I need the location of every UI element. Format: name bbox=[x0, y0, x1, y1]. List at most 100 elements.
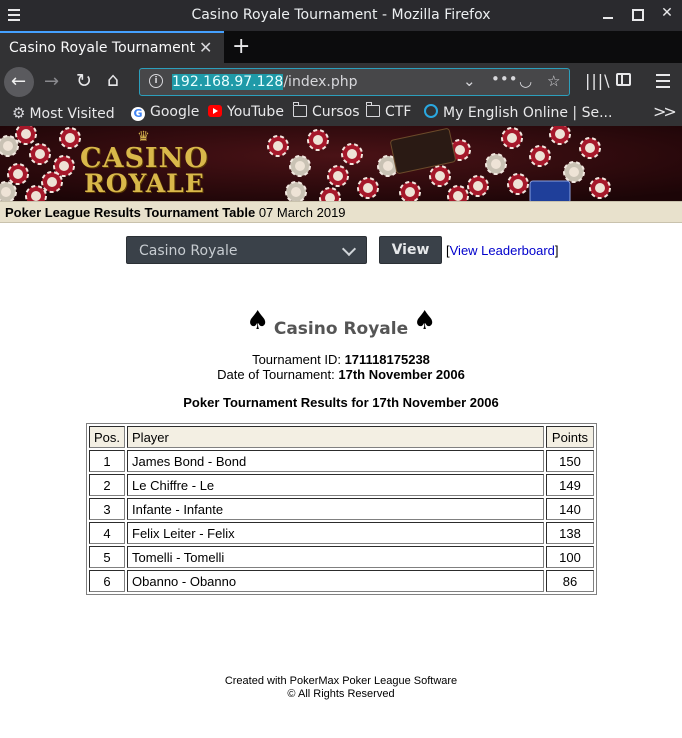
bookmarks-toolbar: ⚙ Most Visited G Google YouTube Cursos CTF… bbox=[0, 101, 682, 126]
cell-player: Felix Leiter - Felix bbox=[127, 522, 544, 544]
maximize-button[interactable] bbox=[627, 5, 647, 25]
view-leaderboard-link[interactable]: View Leaderboard bbox=[450, 243, 555, 258]
page-title: Poker League Results Tournament Table 07… bbox=[5, 205, 346, 220]
column-header-player: Player bbox=[127, 426, 544, 448]
tournament-date: Date of Tournament: 17th November 2006 bbox=[0, 367, 682, 382]
tournament-date-value: 17th November 2006 bbox=[338, 367, 465, 382]
poker-chip-center bbox=[47, 177, 57, 187]
back-button[interactable]: ← bbox=[4, 67, 34, 97]
poker-chip-center bbox=[513, 179, 523, 189]
folder-icon bbox=[366, 102, 380, 117]
poker-chip-center bbox=[569, 167, 579, 177]
info-icon[interactable]: i bbox=[149, 74, 163, 88]
cell-pos: 2 bbox=[89, 474, 126, 496]
poker-chip-center bbox=[383, 161, 393, 171]
minimize-button[interactable] bbox=[598, 5, 618, 25]
poker-chip-center bbox=[453, 191, 463, 201]
google-icon: G bbox=[131, 107, 145, 121]
cell-player: Le Chiffre - Le bbox=[127, 474, 544, 496]
bookmark-star-icon[interactable]: ☆ bbox=[547, 72, 560, 90]
bookmark-my-english-online[interactable]: My English Online | Se... bbox=[424, 104, 612, 121]
cell-player: Infante - Infante bbox=[127, 498, 544, 520]
tab-bar: Casino Royale Tournament ✕ + bbox=[0, 31, 682, 63]
poker-chip-center bbox=[435, 171, 445, 181]
youtube-icon bbox=[208, 105, 222, 117]
cell-pos: 6 bbox=[89, 570, 126, 592]
folder-icon bbox=[293, 102, 307, 117]
cell-player: Obanno - Obanno bbox=[127, 570, 544, 592]
poker-chip-center bbox=[273, 141, 283, 151]
bookmark-youtube[interactable]: YouTube bbox=[208, 104, 284, 120]
poker-chip-center bbox=[295, 161, 305, 171]
bookmark-cursos[interactable]: Cursos bbox=[293, 102, 360, 120]
results-title: Poker Tournament Results for 17th Novemb… bbox=[183, 395, 499, 410]
chevron-right-double-icon[interactable]: >> bbox=[653, 102, 677, 121]
poker-chip-center bbox=[3, 141, 13, 151]
url-text[interactable]: 192.168.97.128/index.php bbox=[172, 74, 357, 90]
cell-points: 150 bbox=[546, 450, 594, 472]
header-title: Poker League Results Tournament Table bbox=[5, 205, 256, 220]
bookmark-label: CTF bbox=[385, 104, 412, 120]
poker-chip-center bbox=[473, 181, 483, 191]
chevron-down-icon[interactable]: ⌄ bbox=[463, 72, 476, 90]
new-tab-button[interactable]: + bbox=[232, 34, 250, 59]
poker-chip-center bbox=[13, 169, 23, 179]
footer-credit: Created with PokerMax Poker League Softw… bbox=[224, 675, 458, 687]
bookmark-label: Most Visited bbox=[29, 106, 115, 122]
chevron-down-icon bbox=[341, 241, 357, 257]
poker-chip-center bbox=[491, 159, 501, 169]
table-row: 5 Tomelli - Tomelli 100 bbox=[89, 546, 594, 568]
poker-chip-center bbox=[1, 187, 11, 197]
table-row: 6 Obanno - Obanno 86 bbox=[89, 570, 594, 592]
casino-royale-logo: ♛ CASINO ROYALE bbox=[80, 128, 209, 196]
cell-points: 140 bbox=[546, 498, 594, 520]
page-header-bar: Poker League Results Tournament Table 07… bbox=[0, 201, 682, 223]
tournament-select[interactable]: Casino Royale bbox=[126, 236, 367, 264]
pocket-icon[interactable]: ◡ bbox=[519, 72, 532, 90]
poker-chip-center bbox=[31, 191, 41, 201]
close-tab-icon[interactable]: ✕ bbox=[199, 38, 212, 57]
bookmark-ctf[interactable]: CTF bbox=[366, 102, 412, 120]
tournament-id-value: 171118175238 bbox=[344, 352, 430, 367]
poker-chip-center bbox=[405, 187, 415, 197]
poker-chip-center bbox=[347, 149, 357, 159]
bookmark-label: YouTube bbox=[227, 104, 284, 120]
close-window-button[interactable]: ✕ bbox=[657, 5, 677, 25]
tournament-id-label: Tournament ID: bbox=[252, 352, 341, 367]
column-header-pos: Pos. bbox=[89, 426, 126, 448]
bookmark-label: Cursos bbox=[312, 104, 360, 120]
poker-chip-center bbox=[65, 133, 75, 143]
cell-player: James Bond - Bond bbox=[127, 450, 544, 472]
poker-chip-center bbox=[585, 143, 595, 153]
cell-points: 138 bbox=[546, 522, 594, 544]
page-actions-icon[interactable]: ••• bbox=[491, 70, 518, 88]
window-title: Casino Royale Tournament - Mozilla Firef… bbox=[191, 7, 491, 23]
poker-chip-center bbox=[313, 135, 323, 145]
window-titlebar: Casino Royale Tournament - Mozilla Firef… bbox=[0, 0, 682, 31]
column-header-points: Points bbox=[546, 426, 594, 448]
open-menu-button[interactable] bbox=[656, 74, 670, 88]
logo-line-1: CASINO bbox=[80, 143, 209, 174]
casino-banner: ♛ CASINO ROYALE bbox=[0, 126, 682, 201]
logo-line-2: ROYALE bbox=[83, 169, 205, 198]
url-host: 192.168.97.128 bbox=[172, 74, 284, 90]
table-row: 2 Le Chiffre - Le 149 bbox=[89, 474, 594, 496]
tournament-date-label: Date of Tournament: bbox=[217, 367, 335, 382]
poker-chip-center bbox=[291, 187, 301, 197]
sidebar-button[interactable] bbox=[616, 73, 631, 86]
url-bar[interactable]: i 192.168.97.128/index.php ⌄ ••• ◡ ☆ bbox=[139, 68, 570, 96]
bookmark-most-visited[interactable]: ⚙ Most Visited bbox=[12, 104, 115, 122]
bookmark-google[interactable]: G Google bbox=[131, 104, 199, 121]
view-button[interactable]: View bbox=[379, 236, 442, 264]
results-table: Pos. Player Points 1 James Bond - Bond 1… bbox=[86, 423, 597, 595]
gear-icon: ⚙ bbox=[12, 104, 26, 122]
table-header-row: Pos. Player Points bbox=[89, 426, 594, 448]
bookmark-label: Google bbox=[150, 104, 200, 120]
url-path: /index.php bbox=[283, 74, 358, 90]
tab-casino-royale[interactable]: Casino Royale Tournament ✕ bbox=[0, 31, 224, 63]
table-row: 4 Felix Leiter - Felix 138 bbox=[89, 522, 594, 544]
cell-points: 100 bbox=[546, 546, 594, 568]
poker-chip-center bbox=[333, 171, 343, 181]
cell-points: 86 bbox=[546, 570, 594, 592]
poker-chip-center bbox=[21, 129, 31, 139]
